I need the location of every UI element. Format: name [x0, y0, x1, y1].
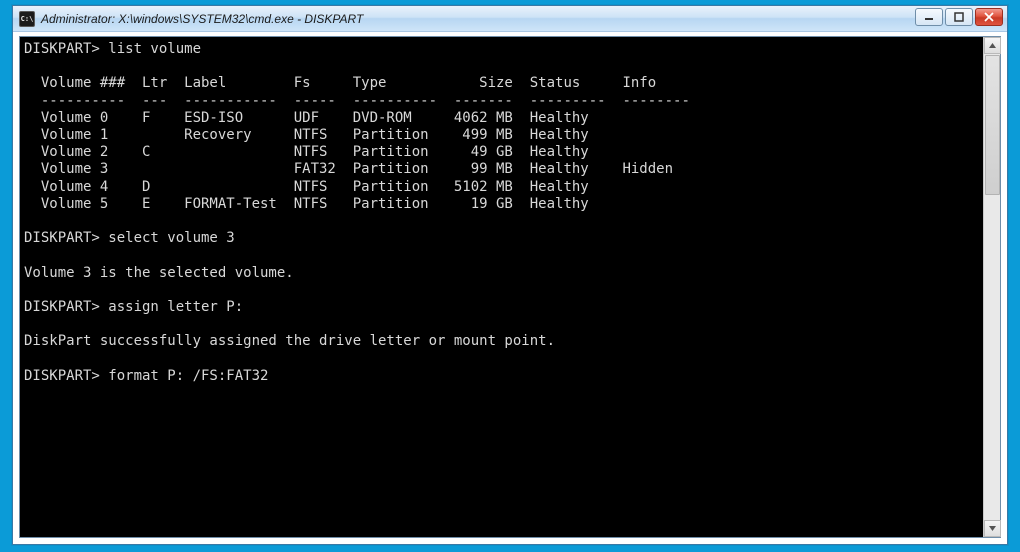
cmd-icon: C:\: [19, 11, 35, 27]
terminal-output[interactable]: DISKPART> list volume Volume ### Ltr Lab…: [20, 37, 983, 537]
cmd-window: C:\ Administrator: X:\windows\SYSTEM32\c…: [12, 5, 1008, 545]
scroll-up-button[interactable]: [984, 37, 1001, 54]
window-title: Administrator: X:\windows\SYSTEM32\cmd.e…: [41, 12, 363, 26]
maximize-button[interactable]: [945, 8, 973, 26]
scroll-thumb[interactable]: [985, 55, 1000, 195]
scroll-down-button[interactable]: [984, 520, 1001, 537]
close-button[interactable]: [975, 8, 1003, 26]
scrollbar[interactable]: [983, 37, 1000, 537]
window-controls: [915, 8, 1003, 26]
minimize-button[interactable]: [915, 8, 943, 26]
titlebar[interactable]: C:\ Administrator: X:\windows\SYSTEM32\c…: [13, 6, 1007, 32]
terminal-area: DISKPART> list volume Volume ### Ltr Lab…: [19, 36, 1001, 538]
